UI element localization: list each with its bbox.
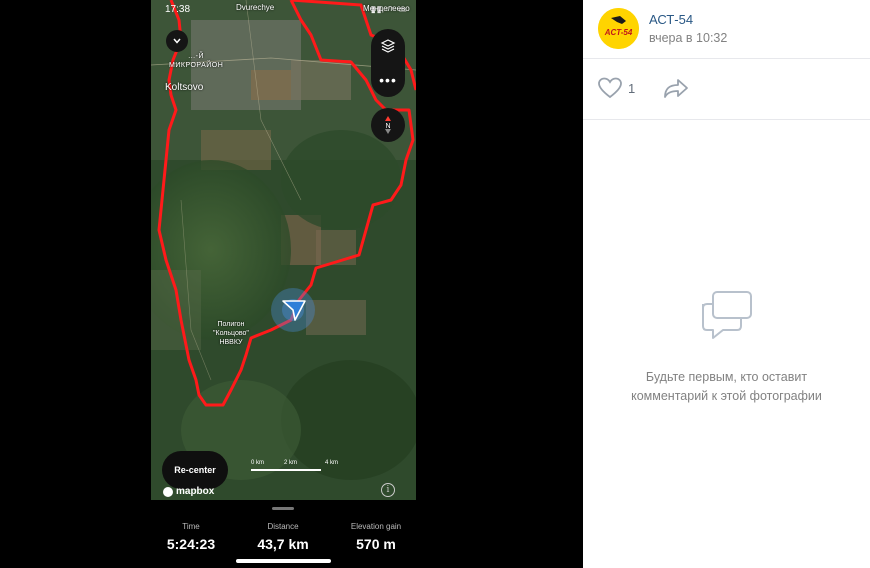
share-button[interactable] bbox=[663, 77, 689, 104]
map-label-mikrorayon: ...-Й МИКРОРАЙОН bbox=[169, 52, 223, 70]
scale-label-0: 0 km bbox=[251, 460, 265, 466]
author-name[interactable]: АСТ-54 bbox=[649, 12, 693, 27]
share-icon bbox=[664, 79, 688, 98]
mapbox-logo: mapbox bbox=[163, 486, 214, 497]
map-label-mendeleevo: Менделеево bbox=[363, 4, 410, 13]
info-icon[interactable]: i bbox=[381, 483, 395, 497]
stat-elevation: Elevation gain 570 m bbox=[341, 522, 411, 552]
map-label-poligon: Полигон "Кольцово" НВВКУ bbox=[213, 320, 249, 347]
layers-icon bbox=[380, 39, 396, 53]
map-label-mikrorayon-line2: МИКРОРАЙОН bbox=[169, 62, 224, 69]
stats-panel: Time 5:24:23 Distance 43,7 km Elevation … bbox=[151, 500, 416, 568]
comments-panel: ACT-54 АСТ-54 вчера в 10:32 1 Будьте пер… bbox=[583, 0, 870, 568]
map-label-poligon-line1: Полигон bbox=[217, 321, 245, 328]
map-label-mikrorayon-line1: ...-Й bbox=[188, 53, 204, 60]
stat-elevation-value: 570 m bbox=[356, 536, 396, 552]
recenter-button[interactable]: Re-center bbox=[162, 451, 228, 489]
compass-label: N bbox=[385, 123, 390, 130]
post-author-header: ACT-54 АСТ-54 вчера в 10:32 bbox=[583, 0, 870, 59]
chevron-down-icon bbox=[173, 38, 181, 44]
stat-distance-label: Distance bbox=[267, 522, 299, 531]
stat-distance: Distance 43,7 km bbox=[250, 522, 316, 552]
scale-label-1: 2 km bbox=[284, 460, 298, 466]
chat-bubbles-icon bbox=[701, 291, 752, 339]
stat-time-label: Time bbox=[182, 522, 200, 531]
map-label-dvurechye: Dvurechye bbox=[236, 3, 275, 12]
photo-screenshot[interactable]: 17:38 ▮▮ ◠ ▭ Dvurechye Менделеево ...-Й … bbox=[151, 0, 416, 568]
avatar[interactable]: ACT-54 bbox=[598, 8, 639, 49]
stat-time: Time 5:24:23 bbox=[159, 522, 223, 552]
post-date[interactable]: вчера в 10:32 bbox=[649, 31, 727, 45]
mapbox-logo-text: mapbox bbox=[176, 486, 215, 497]
like-button[interactable]: 1 bbox=[598, 77, 635, 99]
collapse-button[interactable] bbox=[166, 30, 188, 52]
stat-distance-value: 43,7 km bbox=[257, 536, 309, 552]
heart-icon bbox=[598, 77, 622, 99]
empty-comments: Будьте первым, кто оставит комментарий к… bbox=[583, 290, 870, 406]
act54-logo-icon: ACT-54 bbox=[598, 8, 639, 49]
stat-elevation-label: Elevation gain bbox=[350, 522, 402, 531]
user-location-arrow-icon bbox=[282, 300, 306, 321]
more-button[interactable]: ••• bbox=[371, 63, 405, 97]
map-label-poligon-line2: "Кольцово" bbox=[213, 330, 249, 337]
empty-comments-line1: Будьте первым, кто оставит bbox=[645, 370, 808, 384]
map-label-koltsovo: Koltsovo bbox=[165, 82, 204, 93]
empty-comments-text: Будьте первым, кто оставит комментарий к… bbox=[583, 368, 870, 406]
compass-icon: N bbox=[385, 116, 391, 134]
svg-text:ACT-54: ACT-54 bbox=[604, 28, 633, 37]
map-controls-pill: ••• bbox=[371, 29, 405, 97]
layers-button[interactable] bbox=[371, 29, 405, 63]
map-scale: 0 km 2 km 4 km bbox=[251, 460, 346, 472]
map-label-poligon-line3: НВВКУ bbox=[219, 339, 243, 346]
home-indicator bbox=[236, 559, 331, 563]
post-actions: 1 bbox=[583, 59, 870, 120]
status-time: 17:38 bbox=[165, 4, 191, 15]
scale-bar bbox=[251, 469, 321, 471]
photo-viewer: 17:38 ▮▮ ◠ ▭ Dvurechye Менделеево ...-Й … bbox=[0, 0, 583, 568]
scale-label-2: 4 km bbox=[325, 460, 339, 466]
empty-comments-line2: комментарий к этой фотографии bbox=[631, 389, 822, 403]
drag-handle[interactable] bbox=[272, 507, 294, 510]
stat-time-value: 5:24:23 bbox=[166, 536, 216, 552]
compass-button[interactable]: N bbox=[371, 108, 405, 142]
like-count: 1 bbox=[628, 80, 636, 96]
mapbox-logo-icon bbox=[163, 486, 173, 497]
